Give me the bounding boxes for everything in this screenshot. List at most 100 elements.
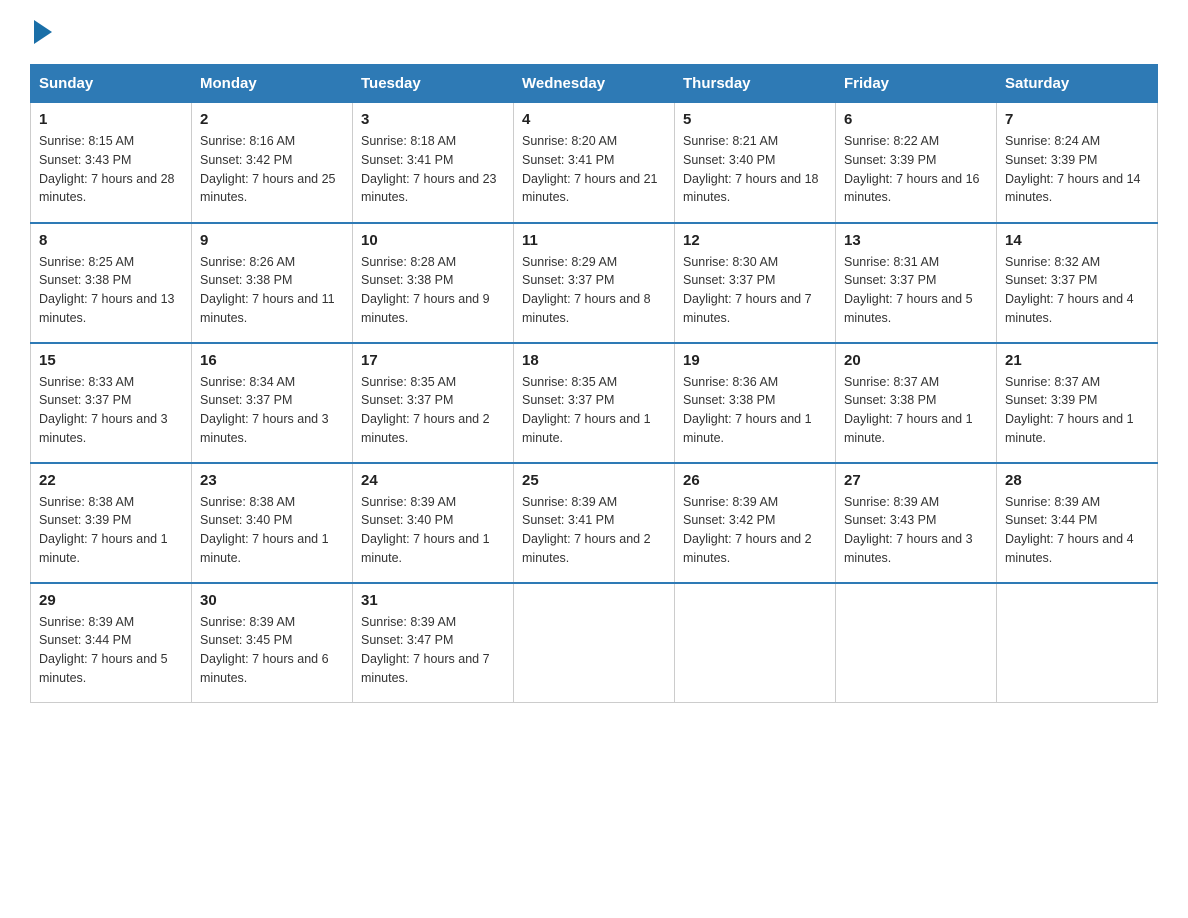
day-info: Sunrise: 8:26 AMSunset: 3:38 PMDaylight:… (200, 253, 344, 328)
calendar-day-cell: 6 Sunrise: 8:22 AMSunset: 3:39 PMDayligh… (836, 103, 997, 223)
calendar-week-row: 1 Sunrise: 8:15 AMSunset: 3:43 PMDayligh… (31, 103, 1158, 223)
calendar-week-row: 8 Sunrise: 8:25 AMSunset: 3:38 PMDayligh… (31, 223, 1158, 343)
calendar-header-cell: Thursday (675, 65, 836, 103)
day-number: 17 (361, 352, 505, 369)
calendar-header-cell: Friday (836, 65, 997, 103)
day-number: 23 (200, 472, 344, 489)
calendar-header-cell: Sunday (31, 65, 192, 103)
day-info: Sunrise: 8:25 AMSunset: 3:38 PMDaylight:… (39, 253, 183, 328)
page-header: Blue (30, 20, 1158, 44)
day-number: 15 (39, 352, 183, 369)
calendar-day-cell: 19 Sunrise: 8:36 AMSunset: 3:38 PMDaylig… (675, 343, 836, 463)
calendar-day-cell: 27 Sunrise: 8:39 AMSunset: 3:43 PMDaylig… (836, 463, 997, 583)
day-number: 24 (361, 472, 505, 489)
day-number: 14 (1005, 232, 1149, 249)
calendar-week-row: 29 Sunrise: 8:39 AMSunset: 3:44 PMDaylig… (31, 583, 1158, 703)
calendar-day-cell: 9 Sunrise: 8:26 AMSunset: 3:38 PMDayligh… (192, 223, 353, 343)
calendar-day-cell: 25 Sunrise: 8:39 AMSunset: 3:41 PMDaylig… (514, 463, 675, 583)
day-number: 12 (683, 232, 827, 249)
calendar-day-cell (514, 583, 675, 703)
calendar-day-cell: 20 Sunrise: 8:37 AMSunset: 3:38 PMDaylig… (836, 343, 997, 463)
day-info: Sunrise: 8:39 AMSunset: 3:47 PMDaylight:… (361, 613, 505, 688)
calendar-header-cell: Saturday (997, 65, 1158, 103)
day-info: Sunrise: 8:39 AMSunset: 3:43 PMDaylight:… (844, 493, 988, 568)
day-number: 5 (683, 111, 827, 128)
day-info: Sunrise: 8:34 AMSunset: 3:37 PMDaylight:… (200, 373, 344, 448)
calendar-day-cell: 3 Sunrise: 8:18 AMSunset: 3:41 PMDayligh… (353, 103, 514, 223)
calendar-day-cell: 5 Sunrise: 8:21 AMSunset: 3:40 PMDayligh… (675, 103, 836, 223)
calendar-day-cell: 29 Sunrise: 8:39 AMSunset: 3:44 PMDaylig… (31, 583, 192, 703)
calendar-day-cell: 4 Sunrise: 8:20 AMSunset: 3:41 PMDayligh… (514, 103, 675, 223)
calendar-day-cell: 10 Sunrise: 8:28 AMSunset: 3:38 PMDaylig… (353, 223, 514, 343)
day-number: 16 (200, 352, 344, 369)
day-number: 21 (1005, 352, 1149, 369)
calendar-header-cell: Wednesday (514, 65, 675, 103)
calendar-day-cell (836, 583, 997, 703)
calendar-day-cell: 28 Sunrise: 8:39 AMSunset: 3:44 PMDaylig… (997, 463, 1158, 583)
day-number: 10 (361, 232, 505, 249)
calendar-day-cell (997, 583, 1158, 703)
day-number: 18 (522, 352, 666, 369)
calendar-day-cell: 24 Sunrise: 8:39 AMSunset: 3:40 PMDaylig… (353, 463, 514, 583)
day-number: 27 (844, 472, 988, 489)
day-info: Sunrise: 8:31 AMSunset: 3:37 PMDaylight:… (844, 253, 988, 328)
calendar-week-row: 22 Sunrise: 8:38 AMSunset: 3:39 PMDaylig… (31, 463, 1158, 583)
calendar-header-cell: Tuesday (353, 65, 514, 103)
calendar-day-cell: 23 Sunrise: 8:38 AMSunset: 3:40 PMDaylig… (192, 463, 353, 583)
calendar-table: SundayMondayTuesdayWednesdayThursdayFrid… (30, 64, 1158, 703)
calendar-day-cell: 16 Sunrise: 8:34 AMSunset: 3:37 PMDaylig… (192, 343, 353, 463)
calendar-day-cell: 7 Sunrise: 8:24 AMSunset: 3:39 PMDayligh… (997, 103, 1158, 223)
day-info: Sunrise: 8:39 AMSunset: 3:44 PMDaylight:… (1005, 493, 1149, 568)
day-info: Sunrise: 8:21 AMSunset: 3:40 PMDaylight:… (683, 132, 827, 207)
day-info: Sunrise: 8:30 AMSunset: 3:37 PMDaylight:… (683, 253, 827, 328)
day-number: 28 (1005, 472, 1149, 489)
day-info: Sunrise: 8:35 AMSunset: 3:37 PMDaylight:… (522, 373, 666, 448)
day-info: Sunrise: 8:24 AMSunset: 3:39 PMDaylight:… (1005, 132, 1149, 207)
calendar-day-cell: 26 Sunrise: 8:39 AMSunset: 3:42 PMDaylig… (675, 463, 836, 583)
day-info: Sunrise: 8:20 AMSunset: 3:41 PMDaylight:… (522, 132, 666, 207)
calendar-day-cell: 22 Sunrise: 8:38 AMSunset: 3:39 PMDaylig… (31, 463, 192, 583)
calendar-day-cell: 14 Sunrise: 8:32 AMSunset: 3:37 PMDaylig… (997, 223, 1158, 343)
logo: Blue (30, 20, 52, 44)
calendar-day-cell: 18 Sunrise: 8:35 AMSunset: 3:37 PMDaylig… (514, 343, 675, 463)
calendar-day-cell: 21 Sunrise: 8:37 AMSunset: 3:39 PMDaylig… (997, 343, 1158, 463)
day-info: Sunrise: 8:37 AMSunset: 3:38 PMDaylight:… (844, 373, 988, 448)
day-number: 20 (844, 352, 988, 369)
day-info: Sunrise: 8:38 AMSunset: 3:39 PMDaylight:… (39, 493, 183, 568)
calendar-day-cell: 13 Sunrise: 8:31 AMSunset: 3:37 PMDaylig… (836, 223, 997, 343)
day-info: Sunrise: 8:32 AMSunset: 3:37 PMDaylight:… (1005, 253, 1149, 328)
calendar-header-cell: Monday (192, 65, 353, 103)
day-number: 4 (522, 111, 666, 128)
day-number: 7 (1005, 111, 1149, 128)
day-info: Sunrise: 8:39 AMSunset: 3:40 PMDaylight:… (361, 493, 505, 568)
logo-arrow-icon (34, 20, 52, 44)
day-info: Sunrise: 8:39 AMSunset: 3:42 PMDaylight:… (683, 493, 827, 568)
day-info: Sunrise: 8:35 AMSunset: 3:37 PMDaylight:… (361, 373, 505, 448)
calendar-week-row: 15 Sunrise: 8:33 AMSunset: 3:37 PMDaylig… (31, 343, 1158, 463)
day-info: Sunrise: 8:15 AMSunset: 3:43 PMDaylight:… (39, 132, 183, 207)
day-info: Sunrise: 8:39 AMSunset: 3:41 PMDaylight:… (522, 493, 666, 568)
calendar-day-cell: 30 Sunrise: 8:39 AMSunset: 3:45 PMDaylig… (192, 583, 353, 703)
day-info: Sunrise: 8:16 AMSunset: 3:42 PMDaylight:… (200, 132, 344, 207)
day-number: 9 (200, 232, 344, 249)
calendar-header-row: SundayMondayTuesdayWednesdayThursdayFrid… (31, 65, 1158, 103)
day-info: Sunrise: 8:36 AMSunset: 3:38 PMDaylight:… (683, 373, 827, 448)
day-info: Sunrise: 8:29 AMSunset: 3:37 PMDaylight:… (522, 253, 666, 328)
calendar-day-cell: 31 Sunrise: 8:39 AMSunset: 3:47 PMDaylig… (353, 583, 514, 703)
day-info: Sunrise: 8:33 AMSunset: 3:37 PMDaylight:… (39, 373, 183, 448)
calendar-body: 1 Sunrise: 8:15 AMSunset: 3:43 PMDayligh… (31, 103, 1158, 703)
day-number: 13 (844, 232, 988, 249)
day-number: 6 (844, 111, 988, 128)
day-number: 19 (683, 352, 827, 369)
day-number: 29 (39, 592, 183, 609)
day-number: 1 (39, 111, 183, 128)
day-info: Sunrise: 8:39 AMSunset: 3:44 PMDaylight:… (39, 613, 183, 688)
day-info: Sunrise: 8:18 AMSunset: 3:41 PMDaylight:… (361, 132, 505, 207)
calendar-day-cell (675, 583, 836, 703)
day-info: Sunrise: 8:22 AMSunset: 3:39 PMDaylight:… (844, 132, 988, 207)
day-number: 3 (361, 111, 505, 128)
calendar-day-cell: 15 Sunrise: 8:33 AMSunset: 3:37 PMDaylig… (31, 343, 192, 463)
calendar-day-cell: 1 Sunrise: 8:15 AMSunset: 3:43 PMDayligh… (31, 103, 192, 223)
day-number: 31 (361, 592, 505, 609)
calendar-day-cell: 17 Sunrise: 8:35 AMSunset: 3:37 PMDaylig… (353, 343, 514, 463)
